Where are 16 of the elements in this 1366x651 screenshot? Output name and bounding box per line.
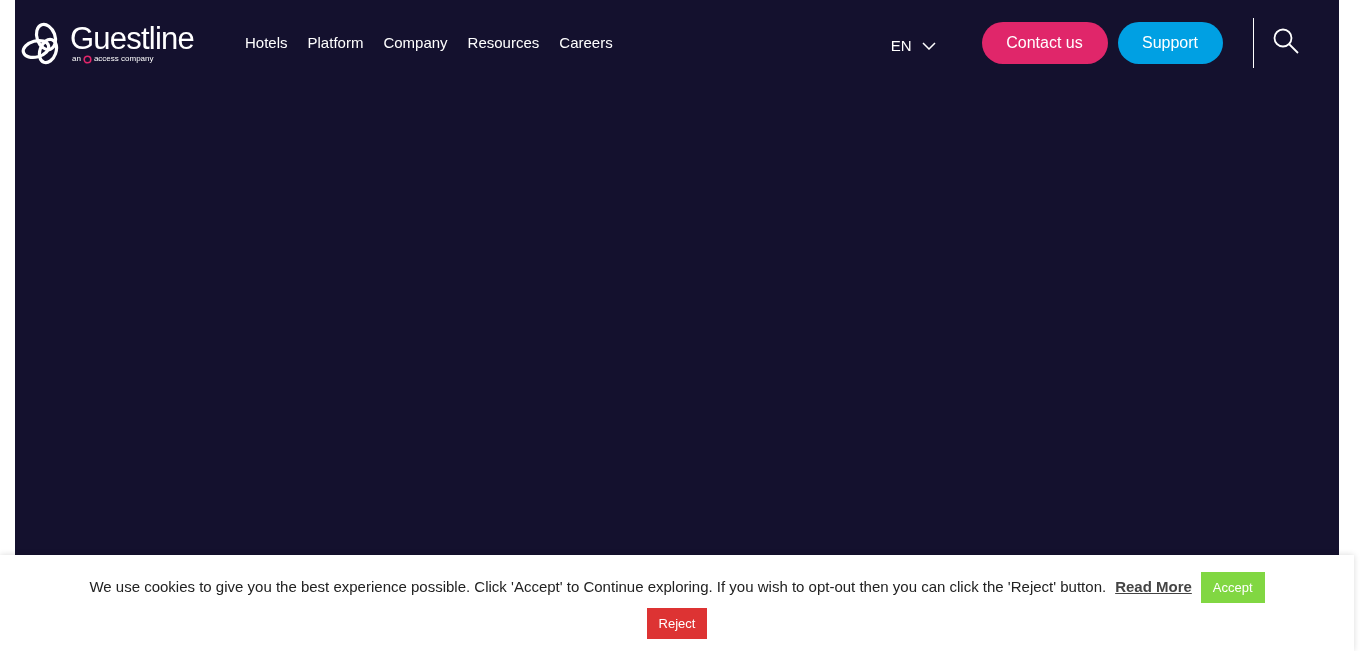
nav-link[interactable]: Careers bbox=[559, 31, 613, 55]
cookie-message: We use cookies to give you the best experience possible. Click 'Accept' to Continue exploring. If you wish to opt-out then you can click the 'Reject' button. bbox=[89, 577, 1107, 598]
nav-link[interactable]: Resources bbox=[467, 31, 540, 55]
nav-link[interactable]: Hotels bbox=[245, 31, 288, 55]
logo-tagline: access company bbox=[93, 55, 154, 63]
nav-link[interactable]: Platform bbox=[307, 31, 364, 55]
ring-icon bbox=[82, 54, 92, 64]
nav-link[interactable]: Company bbox=[383, 31, 448, 55]
language-selector[interactable]: EN bbox=[890, 34, 936, 58]
chevron-down-icon bbox=[921, 42, 936, 50]
read-more-link[interactable]: Read More bbox=[1115, 576, 1192, 599]
contact-button[interactable]: Contact us bbox=[981, 22, 1108, 64]
logo-tagline: an bbox=[72, 55, 81, 63]
reject-button[interactable]: Reject bbox=[646, 608, 708, 639]
search-icon[interactable] bbox=[1272, 28, 1299, 54]
logo-wordmark: Guestline bbox=[70, 22, 194, 54]
